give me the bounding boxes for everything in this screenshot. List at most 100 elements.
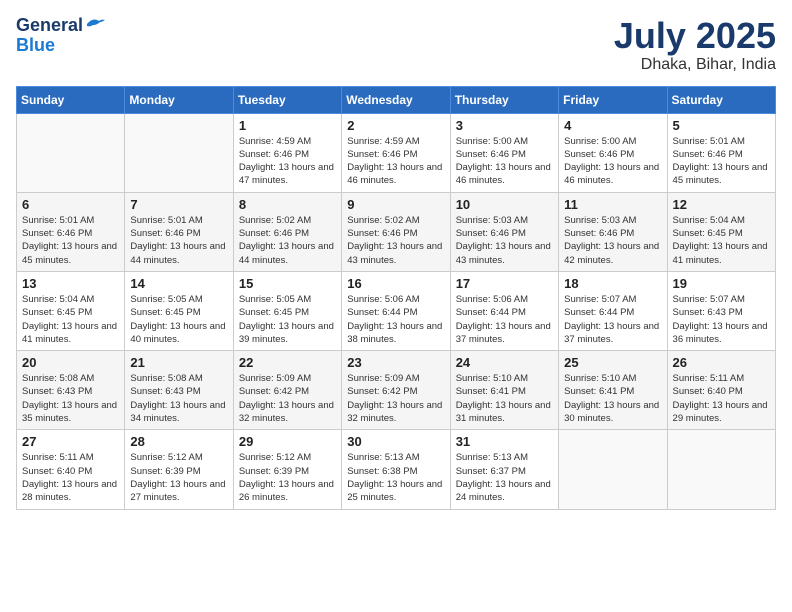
- day-number: 17: [456, 276, 553, 291]
- calendar-cell: 6 Sunrise: 5:01 AM Sunset: 6:46 PM Daylig…: [17, 192, 125, 271]
- day-info: Sunrise: 5:12 AM Sunset: 6:39 PM Dayligh…: [239, 451, 336, 504]
- logo-line2: Blue: [16, 36, 105, 56]
- calendar-cell: 25 Sunrise: 5:10 AM Sunset: 6:41 PM Dayli…: [559, 351, 667, 430]
- day-number: 19: [673, 276, 770, 291]
- day-number: 1: [239, 118, 336, 133]
- calendar-cell: 30Sunrise: 5:13 AM Sunset: 6:38 PM Dayli…: [342, 430, 450, 509]
- day-number: 9: [347, 197, 444, 212]
- day-number: 11: [564, 197, 661, 212]
- calendar-cell: 8 Sunrise: 5:02 AM Sunset: 6:46 PM Daylig…: [233, 192, 341, 271]
- calendar-cell: [17, 113, 125, 192]
- calendar-table: SundayMondayTuesdayWednesdayThursdayFrid…: [16, 86, 776, 510]
- calendar-cell: [667, 430, 775, 509]
- calendar-cell: 24 Sunrise: 5:10 AM Sunset: 6:41 PM Dayli…: [450, 351, 558, 430]
- day-info: Sunrise: 5:00 AM Sunset: 6:46 PM Dayligh…: [564, 135, 661, 188]
- weekday-header-monday: Monday: [125, 86, 233, 113]
- day-number: 22: [239, 355, 336, 370]
- calendar-cell: 15 Sunrise: 5:05 AM Sunset: 6:45 PM Dayli…: [233, 271, 341, 350]
- calendar-cell: 9 Sunrise: 5:02 AM Sunset: 6:46 PM Daylig…: [342, 192, 450, 271]
- day-info: Sunrise: 5:03 AM Sunset: 6:46 PM Dayligh…: [456, 214, 553, 267]
- weekday-header-wednesday: Wednesday: [342, 86, 450, 113]
- day-info: Sunrise: 5:04 AM Sunset: 6:45 PM Dayligh…: [673, 214, 770, 267]
- day-info: Sunrise: 5:12 AM Sunset: 6:39 PM Dayligh…: [130, 451, 227, 504]
- day-info: Sunrise: 5:10 AM Sunset: 6:41 PM Dayligh…: [564, 372, 661, 425]
- calendar-cell: 3 Sunrise: 5:00 AM Sunset: 6:46 PM Daylig…: [450, 113, 558, 192]
- calendar-cell: 22 Sunrise: 5:09 AM Sunset: 6:42 PM Dayli…: [233, 351, 341, 430]
- calendar-cell: 19 Sunrise: 5:07 AM Sunset: 6:43 PM Dayli…: [667, 271, 775, 350]
- title-section: July 2025 Dhaka, Bihar, India: [614, 16, 776, 74]
- day-number: 10: [456, 197, 553, 212]
- calendar-cell: [559, 430, 667, 509]
- day-number: 20: [22, 355, 119, 370]
- day-number: 31: [456, 434, 553, 449]
- day-info: Sunrise: 5:01 AM Sunset: 6:46 PM Dayligh…: [673, 135, 770, 188]
- day-info: Sunrise: 5:01 AM Sunset: 6:46 PM Dayligh…: [22, 214, 119, 267]
- day-info: Sunrise: 5:07 AM Sunset: 6:44 PM Dayligh…: [564, 293, 661, 346]
- day-info: Sunrise: 5:09 AM Sunset: 6:42 PM Dayligh…: [239, 372, 336, 425]
- day-number: 26: [673, 355, 770, 370]
- page-header: General Blue July 2025 Dhaka, Bihar, Ind…: [16, 16, 776, 74]
- day-info: Sunrise: 4:59 AM Sunset: 6:46 PM Dayligh…: [347, 135, 444, 188]
- calendar-cell: [125, 113, 233, 192]
- calendar-cell: 18 Sunrise: 5:07 AM Sunset: 6:44 PM Dayli…: [559, 271, 667, 350]
- day-info: Sunrise: 5:11 AM Sunset: 6:40 PM Dayligh…: [673, 372, 770, 425]
- calendar-cell: 31 Sunrise: 5:13 AM Sunset: 6:37 PM Dayli…: [450, 430, 558, 509]
- calendar-cell: 23Sunrise: 5:09 AM Sunset: 6:42 PM Dayli…: [342, 351, 450, 430]
- day-info: Sunrise: 5:04 AM Sunset: 6:45 PM Dayligh…: [22, 293, 119, 346]
- day-info: Sunrise: 5:06 AM Sunset: 6:44 PM Dayligh…: [456, 293, 553, 346]
- day-number: 12: [673, 197, 770, 212]
- calendar-cell: 1 Sunrise: 4:59 AM Sunset: 6:46 PM Daylig…: [233, 113, 341, 192]
- day-info: Sunrise: 5:05 AM Sunset: 6:45 PM Dayligh…: [239, 293, 336, 346]
- day-info: Sunrise: 5:06 AM Sunset: 6:44 PM Dayligh…: [347, 293, 444, 346]
- day-info: Sunrise: 5:07 AM Sunset: 6:43 PM Dayligh…: [673, 293, 770, 346]
- day-info: Sunrise: 5:08 AM Sunset: 6:43 PM Dayligh…: [22, 372, 119, 425]
- day-info: Sunrise: 5:01 AM Sunset: 6:46 PM Dayligh…: [130, 214, 227, 267]
- calendar-subtitle: Dhaka, Bihar, India: [614, 56, 776, 74]
- logo: General Blue: [16, 16, 105, 56]
- weekday-header-friday: Friday: [559, 86, 667, 113]
- calendar-cell: 29Sunrise: 5:12 AM Sunset: 6:39 PM Dayli…: [233, 430, 341, 509]
- day-number: 13: [22, 276, 119, 291]
- day-number: 18: [564, 276, 661, 291]
- calendar-cell: 2 Sunrise: 4:59 AM Sunset: 6:46 PM Daylig…: [342, 113, 450, 192]
- day-number: 28: [130, 434, 227, 449]
- calendar-cell: 17 Sunrise: 5:06 AM Sunset: 6:44 PM Dayli…: [450, 271, 558, 350]
- calendar-cell: 13 Sunrise: 5:04 AM Sunset: 6:45 PM Dayli…: [17, 271, 125, 350]
- weekday-header-saturday: Saturday: [667, 86, 775, 113]
- calendar-title: July 2025: [614, 16, 776, 56]
- day-info: Sunrise: 5:10 AM Sunset: 6:41 PM Dayligh…: [456, 372, 553, 425]
- calendar-cell: 11 Sunrise: 5:03 AM Sunset: 6:46 PM Dayli…: [559, 192, 667, 271]
- day-number: 3: [456, 118, 553, 133]
- day-number: 2: [347, 118, 444, 133]
- day-info: Sunrise: 5:09 AM Sunset: 6:42 PM Dayligh…: [347, 372, 444, 425]
- weekday-header-thursday: Thursday: [450, 86, 558, 113]
- day-number: 24: [456, 355, 553, 370]
- day-info: Sunrise: 5:05 AM Sunset: 6:45 PM Dayligh…: [130, 293, 227, 346]
- day-number: 5: [673, 118, 770, 133]
- day-number: 8: [239, 197, 336, 212]
- day-info: Sunrise: 5:13 AM Sunset: 6:37 PM Dayligh…: [456, 451, 553, 504]
- day-info: Sunrise: 5:08 AM Sunset: 6:43 PM Dayligh…: [130, 372, 227, 425]
- day-info: Sunrise: 5:00 AM Sunset: 6:46 PM Dayligh…: [456, 135, 553, 188]
- calendar-cell: 7 Sunrise: 5:01 AM Sunset: 6:46 PM Daylig…: [125, 192, 233, 271]
- day-number: 7: [130, 197, 227, 212]
- day-info: Sunrise: 5:02 AM Sunset: 6:46 PM Dayligh…: [347, 214, 444, 267]
- calendar-cell: 10 Sunrise: 5:03 AM Sunset: 6:46 PM Dayli…: [450, 192, 558, 271]
- day-number: 4: [564, 118, 661, 133]
- day-number: 6: [22, 197, 119, 212]
- day-info: Sunrise: 5:03 AM Sunset: 6:46 PM Dayligh…: [564, 214, 661, 267]
- day-number: 14: [130, 276, 227, 291]
- day-number: 27: [22, 434, 119, 449]
- calendar-cell: 16Sunrise: 5:06 AM Sunset: 6:44 PM Dayli…: [342, 271, 450, 350]
- logo-line1: General: [16, 16, 105, 36]
- calendar-cell: 28 Sunrise: 5:12 AM Sunset: 6:39 PM Dayli…: [125, 430, 233, 509]
- day-info: Sunrise: 5:02 AM Sunset: 6:46 PM Dayligh…: [239, 214, 336, 267]
- weekday-header-tuesday: Tuesday: [233, 86, 341, 113]
- calendar-cell: 4 Sunrise: 5:00 AM Sunset: 6:46 PM Daylig…: [559, 113, 667, 192]
- day-info: Sunrise: 4:59 AM Sunset: 6:46 PM Dayligh…: [239, 135, 336, 188]
- day-number: 25: [564, 355, 661, 370]
- calendar-cell: 26 Sunrise: 5:11 AM Sunset: 6:40 PM Dayli…: [667, 351, 775, 430]
- day-number: 15: [239, 276, 336, 291]
- calendar-cell: 20 Sunrise: 5:08 AM Sunset: 6:43 PM Dayli…: [17, 351, 125, 430]
- day-info: Sunrise: 5:13 AM Sunset: 6:38 PM Dayligh…: [347, 451, 444, 504]
